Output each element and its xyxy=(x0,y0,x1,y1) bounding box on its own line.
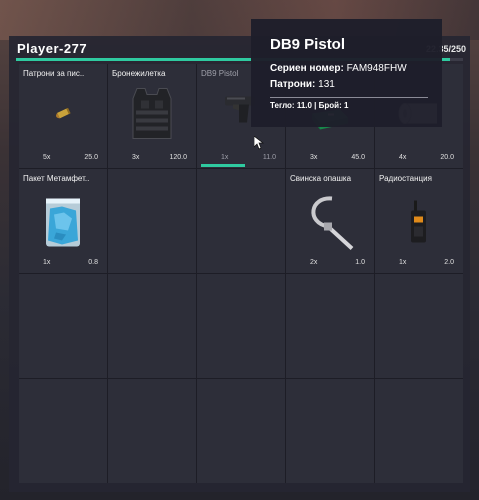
slot-weight: 1.0 xyxy=(355,259,365,266)
inventory-slot-12[interactable] xyxy=(108,274,196,378)
player-name: Player-277 xyxy=(17,41,88,56)
slot-name: Свинска опашка xyxy=(290,174,352,183)
tooltip-divider xyxy=(270,97,428,98)
inventory-slot-8[interactable] xyxy=(197,169,285,273)
inventory-slot-11[interactable] xyxy=(19,274,107,378)
inventory-slot-1[interactable]: Патрони за пис.. 5x 25.0 xyxy=(19,64,107,168)
inventory-slot-17[interactable] xyxy=(108,379,196,483)
inventory-slot-9[interactable]: Свинска опашка 2x 1.0 xyxy=(286,169,374,273)
tooltip-footer: Тегло: 11.0 | Брой: 1 xyxy=(270,101,349,110)
meth-bag-icon xyxy=(42,197,84,254)
slot-weight: 0.8 xyxy=(88,259,98,266)
serial-value: FAM948FHW xyxy=(346,63,407,74)
slot-weight: 120.0 xyxy=(169,154,187,161)
inventory-slot-15[interactable] xyxy=(375,274,463,378)
slot-count: 3x xyxy=(310,154,318,161)
slot-name: Радиостанция xyxy=(379,174,432,183)
slot-count: 1x xyxy=(221,154,229,161)
slot-weight: 11.0 xyxy=(262,154,276,161)
slot-weight: 45.0 xyxy=(351,154,365,161)
inventory-slot-13[interactable] xyxy=(197,274,285,378)
slot-name: Бронежилетка xyxy=(112,69,166,78)
ammo-icon xyxy=(51,105,75,128)
serial-label: Сериен номер: xyxy=(270,63,344,74)
mouse-cursor-icon xyxy=(253,135,265,155)
zip-tie-icon xyxy=(302,193,358,258)
item-tooltip: DB9 Pistol Сериен номер: FAM948FHW Патро… xyxy=(251,19,442,127)
slot-count: 1x xyxy=(43,259,51,266)
ammo-label: Патрони: xyxy=(270,79,316,90)
inventory-slot-6[interactable]: Пакет Метамфет.. 1x 0.8 xyxy=(19,169,107,273)
inventory-slot-19[interactable] xyxy=(286,379,374,483)
slot-weight: 20.0 xyxy=(440,154,454,161)
slot-weight: 2.0 xyxy=(444,259,454,266)
slot-weight: 25.0 xyxy=(84,154,98,161)
slot-name: Патрони за пис.. xyxy=(23,69,85,78)
ammo-value: 131 xyxy=(318,79,335,90)
inventory-slot-10[interactable]: Радиостанция 1x 2.0 xyxy=(375,169,463,273)
inventory-slot-18[interactable] xyxy=(197,379,285,483)
inventory-slot-7[interactable] xyxy=(108,169,196,273)
slot-count: 2x xyxy=(310,259,318,266)
inventory-slot-14[interactable] xyxy=(286,274,374,378)
durability-bar xyxy=(201,164,245,167)
inventory-slot-16[interactable] xyxy=(19,379,107,483)
slot-count: 5x xyxy=(43,154,51,161)
radio-icon xyxy=(409,200,429,250)
slot-count: 1x xyxy=(399,259,407,266)
tooltip-title: DB9 Pistol xyxy=(270,36,346,53)
inventory-slot-20[interactable] xyxy=(375,379,463,483)
tooltip-serial-row: Сериен номер: FAM948FHW xyxy=(270,63,407,74)
slot-name: Пакет Метамфет.. xyxy=(23,174,90,183)
slot-count: 4x xyxy=(399,154,407,161)
tooltip-ammo-row: Патрони: 131 xyxy=(270,79,335,90)
inventory-slot-2[interactable]: Бронежилетка 3x 120.0 xyxy=(108,64,196,168)
slot-count: 3x xyxy=(132,154,140,161)
body-armor-icon xyxy=(127,85,177,148)
